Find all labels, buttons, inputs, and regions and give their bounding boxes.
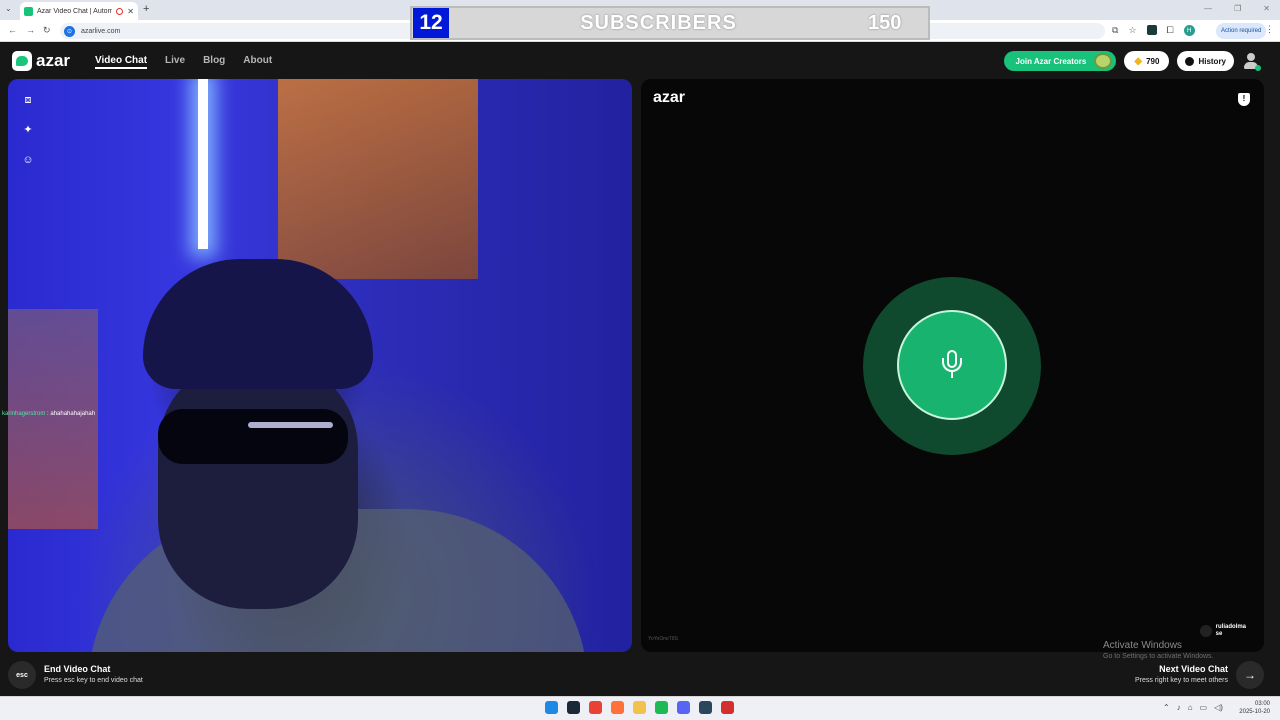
effects-sparkle-icon[interactable]: ✦ — [22, 124, 34, 136]
end-video-chat-hint: Press esc key to end video chat — [44, 677, 143, 684]
windows-taskbar: ⌃ ♪ ⌂ ▭ ◁) 03:00 2025-10-20 — [0, 696, 1280, 720]
nav-about[interactable]: About — [243, 55, 272, 69]
led-light — [198, 79, 208, 249]
app-header: azar Video Chat Live Blog About Join Aza… — [0, 43, 1280, 79]
azar-logo[interactable]: azar — [12, 51, 70, 71]
video-side-tools: ⧈ ✦ ☺ — [22, 94, 34, 166]
nav-video-chat[interactable]: Video Chat — [95, 55, 148, 69]
header-actions: Join Azar Creators ◆ 790 History — [1003, 51, 1261, 71]
sticker-face-icon[interactable]: ☺ — [22, 154, 34, 166]
partner-panel-logo: azar — [653, 89, 686, 106]
partner-name: ruliadolma — [1215, 624, 1246, 630]
tray-mic-icon[interactable]: ♪ — [1177, 703, 1181, 712]
partner-country: se — [1215, 631, 1223, 637]
report-shield-icon[interactable]: ! — [1238, 93, 1250, 106]
end-video-chat-title: End Video Chat — [44, 664, 111, 674]
partner-watermark: YoYoOneT8S — [648, 636, 678, 642]
tray-network-icon[interactable]: ⌂ — [1188, 703, 1193, 712]
fullscreen-icon[interactable]: ⧈ — [22, 94, 34, 106]
gems-button[interactable]: ◆ 790 — [1124, 51, 1170, 71]
activation-subtitle: Go to Settings to activate Windows. — [1103, 653, 1214, 660]
chat-username: karinhagerstrom — [2, 411, 46, 417]
mic-button[interactable] — [897, 310, 1007, 420]
forward-arrow-icon[interactable]: → — [26, 25, 35, 35]
extension-icon[interactable] — [1146, 25, 1157, 35]
creators-badge-icon — [1094, 53, 1113, 69]
subscriber-label: SUBSCRIBERS — [580, 11, 737, 34]
logo-text: azar — [36, 51, 71, 70]
subscriber-count: 12 — [413, 8, 449, 38]
self-video-feed — [8, 79, 632, 652]
partner-avatar — [1199, 625, 1212, 637]
history-button[interactable]: History — [1177, 51, 1234, 71]
tab-list-chevron-icon[interactable]: ⌄ — [5, 4, 12, 13]
subscriber-goal: 150 — [868, 11, 902, 34]
action-required-button[interactable]: Action required — [1216, 23, 1267, 39]
tray-display-icon[interactable]: ▭ — [1200, 703, 1208, 712]
profile-avatar[interactable]: H — [1183, 25, 1195, 36]
azar-app: azar Video Chat Live Blog About Join Aza… — [0, 43, 1280, 696]
main-nav: Video Chat Live Blog About — [95, 55, 272, 69]
file-explorer-icon[interactable] — [633, 701, 646, 714]
windows-start-icon[interactable] — [545, 701, 558, 714]
browser-tab-azar[interactable]: Azar Video Chat | Automati ✕ — [20, 2, 138, 20]
nav-blog[interactable]: Blog — [203, 55, 225, 69]
windows-activation-notice: Activate Windows Go to Settings to activ… — [1103, 640, 1214, 660]
taskbar-clock[interactable]: 03:00 2025-10-20 — [1239, 700, 1270, 716]
maximize-icon[interactable]: ❐ — [1234, 4, 1241, 13]
gem-icon: ◆ — [1134, 55, 1143, 67]
online-status-dot — [1255, 65, 1261, 71]
toolbar-icons: ⧉ ☆ ⧠ H — [1112, 25, 1195, 36]
recording-app-icon[interactable] — [721, 701, 734, 714]
gems-count: 790 — [1146, 56, 1160, 66]
recording-indicator-icon — [116, 7, 124, 15]
user-profile-icon[interactable] — [1242, 52, 1261, 71]
url-text: azarlive.com — [81, 27, 121, 35]
azar-logo-icon — [12, 51, 32, 71]
steam-icon-2[interactable] — [699, 701, 712, 714]
chat-message: karinhagerstrom : ahahahahajahah — [2, 411, 95, 417]
activation-title: Activate Windows — [1103, 640, 1182, 651]
next-arrow-icon[interactable]: → — [1236, 661, 1264, 689]
install-app-icon[interactable]: ⧉ — [1112, 25, 1118, 36]
microphone-icon — [941, 350, 963, 380]
taskbar-apps — [545, 701, 734, 714]
partner-tag: ruliadolma se — [1199, 624, 1246, 638]
firefox-icon[interactable] — [611, 701, 624, 714]
site-info-icon[interactable]: ⊙ — [64, 25, 75, 37]
back-arrow-icon[interactable]: ← — [8, 25, 17, 35]
tray-overflow-icon[interactable]: ⌃ — [1163, 703, 1170, 712]
minimize-icon[interactable]: — — [1204, 4, 1212, 13]
partner-video-panel: azar ! YoYoOneT8S ruliadolma se — [641, 79, 1264, 652]
tray-volume-icon[interactable]: ◁) — [1214, 703, 1223, 712]
clock-date: 2025-10-20 — [1239, 709, 1270, 715]
history-label: History — [1198, 56, 1226, 66]
nav-live[interactable]: Live — [165, 55, 185, 69]
close-tab-icon[interactable]: ✕ — [127, 7, 134, 16]
join-creators-label: Join Azar Creators — [1015, 56, 1087, 66]
chrome-icon[interactable] — [589, 701, 602, 714]
clock-time: 03:00 — [1254, 701, 1270, 707]
next-video-chat-title: Next Video Chat — [1159, 664, 1228, 674]
subscriber-goal-overlay: 12 SUBSCRIBERS 150 — [410, 6, 930, 40]
join-creators-button[interactable]: Join Azar Creators — [1003, 51, 1117, 71]
window-controls: — ❐ ✕ — [1204, 4, 1270, 13]
end-video-chat-button[interactable]: esc — [8, 661, 36, 689]
tab-title: Azar Video Chat | Automati — [37, 7, 113, 15]
new-tab-icon[interactable]: + — [143, 3, 149, 15]
azar-favicon-icon — [24, 6, 33, 16]
next-video-chat-hint: Press right key to meet others — [1135, 677, 1228, 684]
history-clock-icon — [1185, 56, 1195, 66]
system-tray: ⌃ ♪ ⌂ ▭ ◁) — [1163, 703, 1223, 712]
discord-icon[interactable] — [677, 701, 690, 714]
bookmark-star-icon[interactable]: ☆ — [1128, 25, 1136, 36]
steam-icon[interactable] — [567, 701, 580, 714]
spotify-icon[interactable] — [655, 701, 668, 714]
close-window-icon[interactable]: ✕ — [1263, 4, 1270, 13]
chat-text: : ahahahahajahah — [47, 411, 96, 417]
browser-menu-icon[interactable]: ⋮ — [1265, 24, 1274, 35]
reload-icon[interactable]: ↻ — [43, 25, 51, 36]
extensions-puzzle-icon[interactable]: ⧠ — [1167, 25, 1174, 36]
